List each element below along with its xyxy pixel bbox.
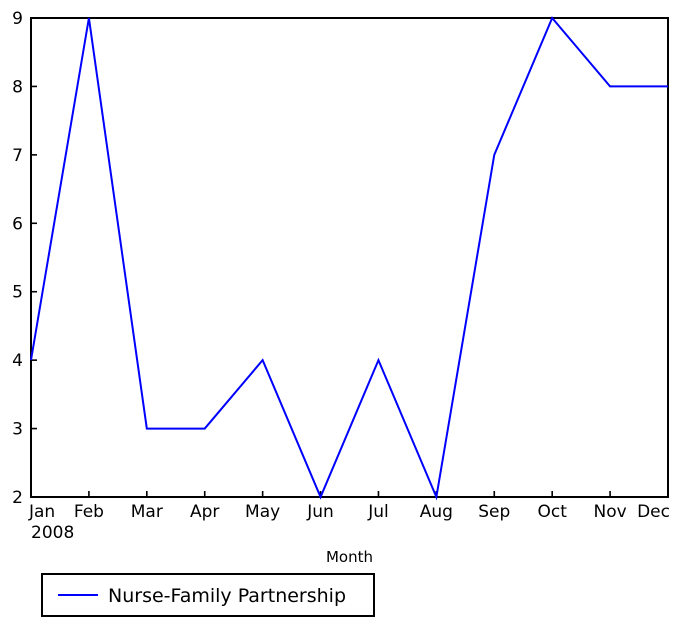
y-tick-label: 4 bbox=[12, 351, 23, 371]
x-tick-label: Jul bbox=[367, 502, 389, 522]
x-tick-label: Jan bbox=[28, 502, 55, 522]
y-tick-label: 5 bbox=[12, 283, 23, 303]
y-tick-label: 7 bbox=[12, 146, 23, 166]
x-tick-label: Oct bbox=[537, 502, 567, 522]
x-axis-year-annotation: 2008 bbox=[31, 523, 74, 543]
x-axis-title: Month bbox=[326, 548, 373, 566]
x-tick-label: Apr bbox=[190, 502, 219, 522]
x-tick-label: Jun bbox=[306, 502, 334, 522]
y-tick-label: 9 bbox=[12, 9, 23, 29]
legend-entry-label: Nurse-Family Partnership bbox=[108, 585, 346, 607]
y-tick-label: 3 bbox=[12, 420, 23, 440]
x-tick-label: Mar bbox=[131, 502, 163, 522]
x-tick-label: May bbox=[245, 502, 280, 522]
y-tick-label: 2 bbox=[12, 488, 23, 508]
x-tick-label: Nov bbox=[593, 502, 626, 522]
line-chart: 2 3 4 5 6 7 8 9 Jan Feb Mar Apr May Jun Jul Aug Sep Oct N… bbox=[12, 9, 670, 617]
chart-legend[interactable]: Nurse-Family Partnership bbox=[41, 573, 375, 617]
x-tick-label: Aug bbox=[420, 502, 453, 522]
plot-area-background bbox=[31, 18, 668, 497]
x-tick-label: Dec bbox=[637, 502, 670, 522]
x-tick-label: Sep bbox=[478, 502, 510, 522]
y-tick-label: 6 bbox=[12, 214, 23, 234]
x-tick-label: Feb bbox=[74, 502, 104, 522]
y-tick-label: 8 bbox=[12, 77, 23, 97]
figure-canvas: 2 3 4 5 6 7 8 9 Jan Feb Mar Apr May Jun Jul Aug Sep Oct N… bbox=[0, 0, 677, 621]
